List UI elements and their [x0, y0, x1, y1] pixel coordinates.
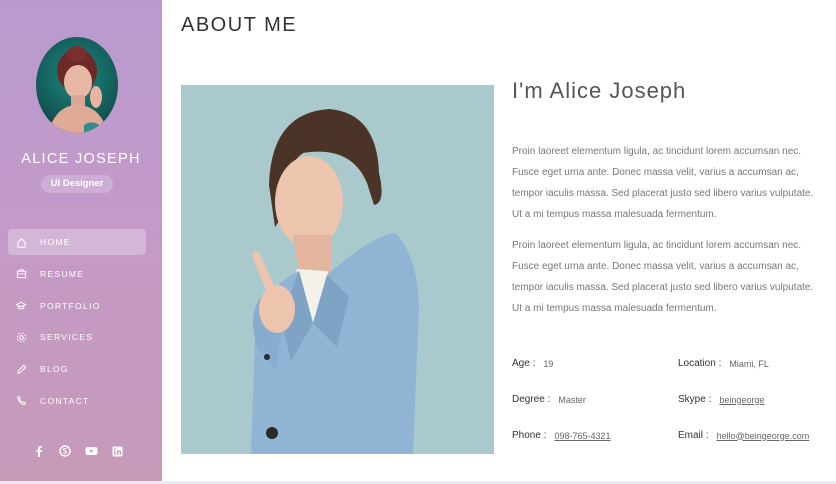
- nav-item-portfolio[interactable]: PORTFOLIO: [8, 293, 146, 319]
- info-email: Email : hello@beingeorge.com: [678, 430, 809, 441]
- skype-icon[interactable]: [58, 444, 72, 458]
- info-skype-link[interactable]: beingeorge: [719, 395, 764, 405]
- pencil-icon: [15, 363, 27, 375]
- profile-photo: [181, 85, 494, 454]
- info-location-label: Location :: [678, 358, 722, 369]
- info-phone-label: Phone :: [512, 430, 547, 441]
- graduation-cap-icon: [15, 300, 27, 312]
- home-icon: [15, 236, 27, 248]
- gear-icon: [15, 331, 27, 343]
- role-badge: UI Designer: [41, 175, 113, 193]
- info-skype-label: Skype :: [678, 394, 712, 405]
- nav-label-services: SERVICES: [40, 332, 94, 343]
- info-age-label: Age :: [512, 358, 536, 369]
- info-degree-value: Master: [558, 394, 586, 405]
- info-skype: Skype : beingeorge: [678, 394, 764, 405]
- info-degree-label: Degree :: [512, 394, 551, 405]
- info-age: Age : 19: [512, 358, 553, 369]
- nav-label-blog: BLOG: [40, 364, 69, 375]
- nav-label-resume: RESUME: [40, 268, 85, 279]
- sidebar: ALICE JOSEPH UI Designer HOME RESUME POR…: [0, 0, 162, 484]
- nav-label-portfolio: PORTFOLIO: [40, 300, 101, 311]
- nav-item-services[interactable]: SERVICES: [8, 324, 146, 350]
- info-age-value: 19: [543, 358, 554, 369]
- social-links: [32, 444, 124, 458]
- facebook-icon[interactable]: [32, 444, 46, 458]
- phone-icon: [15, 395, 27, 407]
- linkedin-icon[interactable]: [110, 444, 124, 458]
- info-phone-link[interactable]: 098-765-4321: [554, 431, 610, 441]
- nav-label-contact: CONTACT: [40, 395, 90, 406]
- info-phone: Phone : 098-765-4321: [512, 430, 611, 441]
- info-location-value: Miami, FL: [729, 358, 769, 369]
- youtube-icon[interactable]: [84, 444, 98, 458]
- page-title: ABOUT ME: [181, 14, 298, 36]
- nav-item-resume[interactable]: RESUME: [8, 261, 146, 287]
- nav-item-blog[interactable]: BLOG: [8, 356, 146, 382]
- bio-paragraph-1: Proin laoreet elementum ligula, ac tinci…: [512, 146, 814, 220]
- bio-paragraph-2: Proin laoreet elementum ligula, ac tinci…: [512, 240, 814, 314]
- main-nav: HOME RESUME PORTFOLIO SERVICES BLOG CONT…: [8, 229, 146, 420]
- nav-item-home[interactable]: HOME: [8, 229, 146, 255]
- nav-item-contact[interactable]: CONTACT: [8, 388, 146, 414]
- nav-label-home: HOME: [40, 237, 71, 247]
- info-degree: Degree : Master: [512, 394, 586, 405]
- briefcase-icon: [15, 268, 27, 280]
- headline: I'm Alice Joseph: [512, 78, 687, 103]
- info-location: Location : Miami, FL: [678, 358, 769, 369]
- info-email-link[interactable]: hello@beingeorge.com: [717, 431, 810, 441]
- profile-name: ALICE JOSEPH: [21, 151, 141, 167]
- info-email-label: Email :: [678, 430, 709, 441]
- avatar: [36, 37, 118, 133]
